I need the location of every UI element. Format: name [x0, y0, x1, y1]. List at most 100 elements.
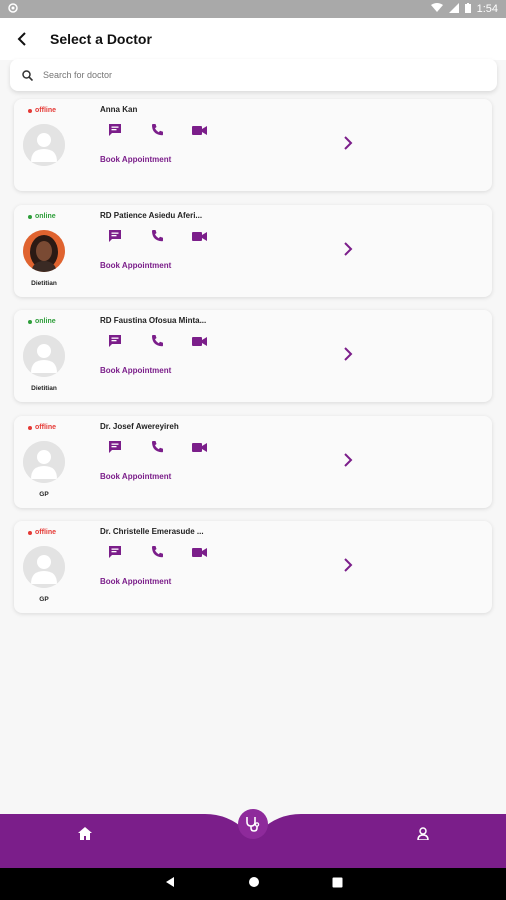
recents-square-icon: [332, 877, 342, 888]
status-text: online: [35, 318, 56, 325]
home-icon: [78, 826, 92, 840]
open-doctor-button[interactable]: [338, 452, 358, 472]
chat-icon: [108, 440, 122, 458]
status-indicator: offline: [28, 424, 56, 431]
book-appointment-link[interactable]: Book Appointment: [100, 261, 171, 270]
chat-icon: [108, 545, 122, 563]
chat-button[interactable]: [106, 545, 124, 563]
search-icon: [22, 69, 33, 81]
chevron-right-icon: [343, 346, 353, 366]
phone-icon: [151, 440, 164, 458]
doctor-name: RD Faustina Ofosua Minta...: [100, 316, 207, 325]
status-text: offline: [35, 424, 56, 431]
doctor-name: RD Patience Asiedu Aferi...: [100, 211, 203, 220]
chevron-right-icon: [343, 452, 353, 472]
status-indicator: offline: [28, 529, 56, 536]
phone-icon: [151, 123, 164, 141]
open-doctor-button[interactable]: [338, 346, 358, 366]
avatar: [23, 335, 65, 377]
clock-time: 1:54: [476, 3, 498, 15]
video-icon: [191, 123, 207, 141]
avatar: [23, 441, 65, 483]
nav-profile[interactable]: [408, 818, 438, 848]
video-icon: [191, 440, 207, 458]
video-icon: [191, 545, 207, 563]
avatar: [23, 124, 65, 166]
open-doctor-button[interactable]: [338, 135, 358, 155]
status-dot: [28, 530, 32, 535]
avatar: [23, 230, 65, 272]
book-appointment-link[interactable]: Book Appointment: [100, 155, 171, 164]
nav-consult[interactable]: [238, 809, 268, 839]
book-appointment-link[interactable]: Book Appointment: [100, 366, 171, 375]
book-appointment-link[interactable]: Book Appointment: [100, 577, 171, 586]
call-button[interactable]: [148, 440, 166, 458]
doctor-name: Anna Kan: [100, 105, 138, 114]
doctor-role: GP: [39, 491, 49, 498]
back-triangle-icon: [165, 877, 174, 887]
doctor-card[interactable]: offline GP Dr. Christelle Emerasude ... Boo…: [14, 521, 492, 613]
search-input[interactable]: [43, 70, 423, 80]
notification-icon: [8, 2, 18, 16]
chat-button[interactable]: [106, 440, 124, 458]
chat-icon: [108, 229, 122, 247]
battery-icon: [464, 2, 471, 16]
video-icon: [191, 229, 207, 247]
chat-icon: [108, 334, 122, 352]
stethoscope-icon: [246, 817, 260, 832]
doctor-card[interactable]: offline GP Dr. Josef Awereyireh Book Appoin…: [14, 416, 492, 508]
video-call-button[interactable]: [190, 440, 208, 458]
doctor-role: GP: [39, 596, 49, 603]
back-arrow-icon: [17, 32, 26, 46]
page-title: Select a Doctor: [50, 31, 152, 47]
status-dot: [28, 214, 32, 219]
status-bar: 1:54: [0, 0, 506, 18]
doctor-card[interactable]: online Dietitian RD Patience Asiedu Aferi.…: [14, 205, 492, 297]
chevron-right-icon: [343, 557, 353, 577]
doctor-card[interactable]: online Dietitian RD Faustina Ofosua Minta.…: [14, 310, 492, 402]
chat-button[interactable]: [106, 123, 124, 141]
profile-icon: [417, 826, 429, 840]
open-doctor-button[interactable]: [338, 241, 358, 261]
doctor-role: Dietitian: [31, 280, 57, 287]
video-call-button[interactable]: [190, 545, 208, 563]
system-back-button[interactable]: [164, 875, 176, 893]
chat-button[interactable]: [106, 229, 124, 247]
status-dot: [28, 425, 32, 430]
phone-icon: [151, 545, 164, 563]
doctor-role: Dietitian: [31, 385, 57, 392]
call-button[interactable]: [148, 229, 166, 247]
video-call-button[interactable]: [190, 123, 208, 141]
status-text: offline: [35, 529, 56, 536]
phone-icon: [151, 229, 164, 247]
system-home-button[interactable]: [248, 875, 260, 893]
video-call-button[interactable]: [190, 229, 208, 247]
call-button[interactable]: [148, 334, 166, 352]
status-text: offline: [35, 107, 56, 114]
system-recents-button[interactable]: [332, 875, 343, 893]
nav-home[interactable]: [70, 818, 100, 848]
search-bar[interactable]: [10, 59, 497, 91]
video-call-button[interactable]: [190, 334, 208, 352]
chevron-right-icon: [343, 241, 353, 261]
status-indicator: offline: [28, 107, 56, 114]
call-button[interactable]: [148, 545, 166, 563]
doctor-name: Dr. Christelle Emerasude ...: [100, 527, 204, 536]
app-bar: Select a Doctor: [0, 18, 506, 60]
doctor-card[interactable]: offline Anna Kan Book Appointment: [14, 99, 492, 191]
chat-button[interactable]: [106, 334, 124, 352]
video-icon: [191, 334, 207, 352]
bottom-navigation: [0, 809, 506, 868]
home-circle-icon: [248, 877, 259, 887]
open-doctor-button[interactable]: [338, 557, 358, 577]
status-indicator: online: [28, 318, 56, 325]
status-indicator: online: [28, 213, 56, 220]
book-appointment-link[interactable]: Book Appointment: [100, 472, 171, 481]
back-button[interactable]: [6, 23, 38, 55]
status-dot: [28, 319, 32, 324]
phone-icon: [151, 334, 164, 352]
status-dot: [28, 108, 32, 113]
chat-icon: [108, 123, 122, 141]
call-button[interactable]: [148, 123, 166, 141]
status-text: online: [35, 213, 56, 220]
